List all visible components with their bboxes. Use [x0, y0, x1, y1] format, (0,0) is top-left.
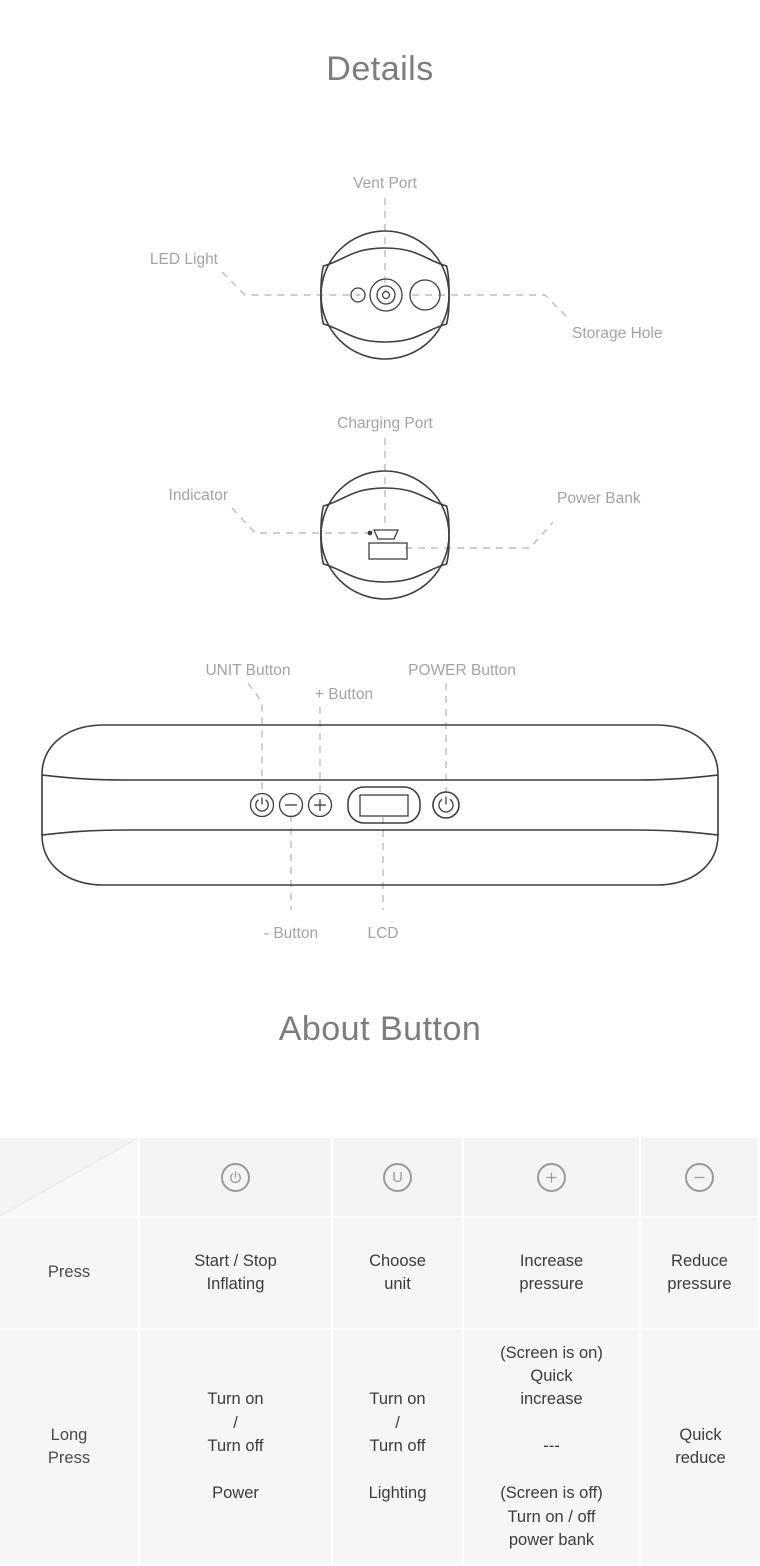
device-seam-top [41, 774, 719, 781]
minus-button-icon[interactable] [278, 792, 304, 818]
power-icon [221, 1162, 250, 1192]
row-label-text-long: Long Press [47, 1425, 91, 1467]
lcd-screen [347, 786, 421, 824]
diagram-charging-port-view: Charging Port Indicator Power Bank [0, 400, 760, 605]
band-bottom-curve [322, 323, 448, 343]
leader-led-light [221, 271, 360, 296]
label-plus-button: + Button [315, 686, 373, 703]
leader-unit-button [247, 682, 263, 793]
label-storage-hole: Storage Hole [572, 325, 662, 342]
label-vent-port: Vent Port [353, 175, 417, 192]
table-cell-longpress-power: Turn on / Turn off Power [140, 1330, 333, 1566]
indicator-dot [367, 530, 373, 536]
table-header-plus [464, 1138, 641, 1218]
plus-icon [537, 1162, 566, 1192]
minus-icon [685, 1162, 714, 1192]
device-seam-bottom [41, 829, 719, 836]
table-row-label-long-press: Long Press [0, 1330, 140, 1566]
power-bank-usb-port [368, 542, 408, 560]
table-cell-longpress-unit: Turn on / Turn off Lighting [333, 1330, 464, 1566]
diagram-button-panel-view: UNIT Button + Button POWER Button - Butt… [0, 645, 760, 965]
table-header-power [140, 1138, 333, 1218]
label-power-button: POWER Button [408, 662, 516, 679]
band-right-edge [445, 265, 450, 325]
band-left-edge-2 [320, 505, 325, 565]
diagram-vent-port-view: Vent Port LED Light Storage Hole [0, 160, 760, 375]
unit-icon: U [383, 1162, 412, 1192]
unit-button-icon[interactable] [249, 792, 275, 818]
table-cell-press-unit: Choose unit [333, 1218, 464, 1330]
page-title-details: Details [326, 50, 434, 88]
table-header-unit: U [333, 1138, 464, 1218]
band-right-edge-2 [445, 505, 450, 565]
table-row-label-press: Press [0, 1218, 140, 1330]
charging-port-shape [372, 529, 400, 540]
device-outline [41, 724, 719, 886]
table-cell-press-minus: Reduce pressure [641, 1218, 760, 1330]
label-minus-button: - Button [264, 925, 318, 942]
table-cell-longpress-plus: (Screen is on) Quick increase --- (Scree… [464, 1330, 641, 1566]
plus-button-icon[interactable] [307, 792, 333, 818]
table-corner-cell [0, 1138, 140, 1218]
label-unit-button: UNIT Button [205, 662, 290, 679]
table-header-minus [641, 1138, 760, 1218]
label-indicator: Indicator [169, 487, 228, 504]
label-power-bank: Power Bank [557, 490, 641, 507]
leader-indicator [231, 507, 368, 534]
button-function-table: U Press Start / Stop Inflating Choose un… [0, 1138, 760, 1566]
table-cell-longpress-minus: Quick reduce [641, 1330, 760, 1566]
vent-port-inner-hole [381, 290, 391, 300]
label-lcd: LCD [367, 925, 398, 942]
band-bottom-curve-2 [322, 563, 448, 583]
label-led-light: LED Light [150, 251, 219, 268]
vent-port-mid-ring [376, 285, 396, 305]
row-label-text: Press [47, 1263, 91, 1282]
page-title-about-button: About Button [278, 1010, 482, 1048]
table-cell-press-plus: Increase pressure [464, 1218, 641, 1330]
vent-port-outer-ring [369, 278, 403, 312]
power-button-icon[interactable] [432, 791, 460, 819]
table-cell-press-power: Start / Stop Inflating [140, 1218, 333, 1330]
leader-power-bank [405, 521, 554, 549]
label-charging-port: Charging Port [337, 415, 433, 432]
